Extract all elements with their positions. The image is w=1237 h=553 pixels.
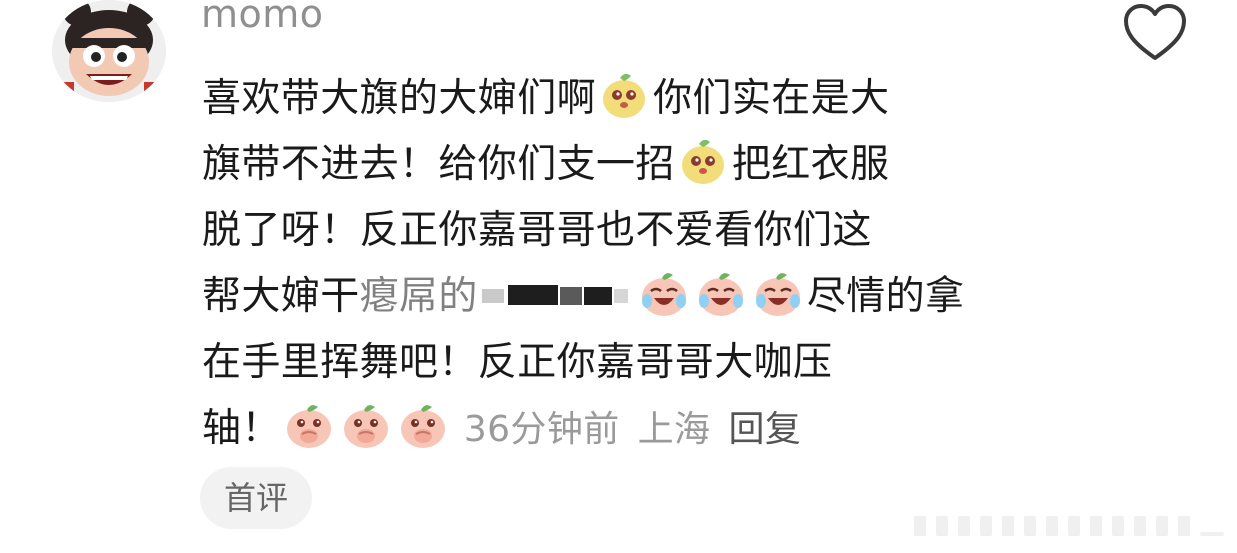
censored-text: 瘪屌的	[359, 274, 478, 319]
peach-laugh-cry-emoji-icon	[752, 267, 804, 319]
comment-text: 喜欢带大旗的大婶们啊 你们实在是大 旗带不进去！给你们支一招 把红衣服 脱了呀！…	[202, 66, 1062, 462]
peach-laugh-cry-emoji-icon	[695, 267, 747, 319]
peach-cover-mouth-emoji-icon	[340, 399, 392, 451]
reply-button[interactable]: 回复	[728, 409, 801, 450]
comment-segment: 帮大婶干	[202, 274, 360, 319]
comment-segment: 你们实在是大	[653, 76, 890, 121]
watermark	[914, 516, 1226, 536]
comment-segment: 把红衣服	[731, 142, 890, 187]
peach-cover-mouth-emoji-icon	[283, 399, 335, 451]
comment-line: 轴！ 36分钟前 上海 回复	[202, 396, 1062, 462]
comment-line: 旗带不进去！给你们支一招 把红衣服	[202, 132, 1062, 198]
peach-laugh-cry-emoji-icon	[638, 267, 690, 319]
comment-line: 帮大婶干瘪屌的 尽情的拿	[202, 264, 1062, 330]
username[interactable]: momo	[201, 0, 324, 36]
comment-line: 脱了呀！反正你嘉哥哥也不爱看你们这	[202, 208, 872, 253]
peach-cover-mouth-emoji-icon	[397, 399, 449, 451]
comment-segment: 轴！	[202, 406, 281, 451]
comment-segment: 喜欢带大旗的大婶们啊	[202, 76, 597, 121]
comment-meta: 36分钟前 上海 回复	[464, 409, 801, 450]
comment-time: 36分钟前	[463, 409, 620, 450]
comment-segment: 尽情的拿	[806, 274, 965, 319]
comment-segment: 旗带不进去！给你们支一招	[202, 142, 675, 187]
comment-line: 喜欢带大旗的大婶们啊 你们实在是大	[202, 66, 1062, 132]
comment-line: 在手里挥舞吧！反正你嘉哥哥大咖压	[202, 340, 833, 385]
user-avatar[interactable]	[52, 0, 166, 102]
pear-face-emoji-icon	[677, 135, 729, 187]
censored-mosaic	[481, 275, 632, 315]
first-comment-badge: 首评	[200, 467, 312, 529]
comment-location: 上海	[637, 409, 711, 450]
heart-icon[interactable]	[1122, 2, 1188, 64]
pear-face-emoji-icon	[598, 69, 650, 121]
